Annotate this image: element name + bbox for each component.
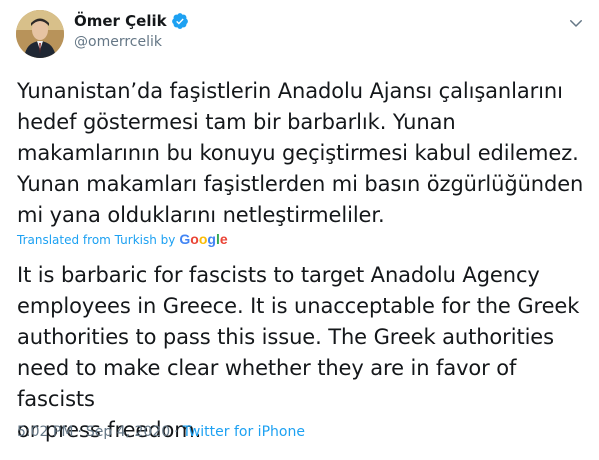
translation-attribution: Translated from Turkish by Google	[17, 231, 228, 248]
meta-separator: ·	[174, 424, 179, 440]
avatar[interactable]	[16, 10, 64, 58]
tweet-metadata: 5:02 PM · Sep 4, 2020 · Twitter for iPho…	[17, 424, 305, 440]
avatar-image	[16, 10, 64, 58]
tweet-text: Yunanistan’da faşistlerin Anadolu Ajansı…	[17, 79, 584, 227]
tweet-card: Ömer Çelik @omerrcelik Yunanistan’da faş…	[0, 0, 599, 460]
translated-tweet-text: It is barbaric for fascists to target An…	[17, 263, 580, 442]
google-logo: Google	[179, 231, 228, 247]
tweet-date[interactable]: Sep 4, 2020	[86, 424, 170, 440]
meta-separator: ·	[77, 424, 82, 440]
author-handle[interactable]: @omerrcelik	[74, 34, 162, 50]
chevron-down-icon[interactable]	[567, 14, 585, 32]
tweet-source-link[interactable]: Twitter for iPhone	[183, 424, 305, 440]
translation-label: Translated from Turkish by	[17, 232, 176, 247]
author-name[interactable]: Ömer Çelik	[74, 12, 167, 30]
author-name-row: Ömer Çelik	[74, 12, 189, 30]
tweet-time[interactable]: 5:02 PM	[17, 424, 73, 440]
verified-badge-icon	[171, 13, 188, 29]
